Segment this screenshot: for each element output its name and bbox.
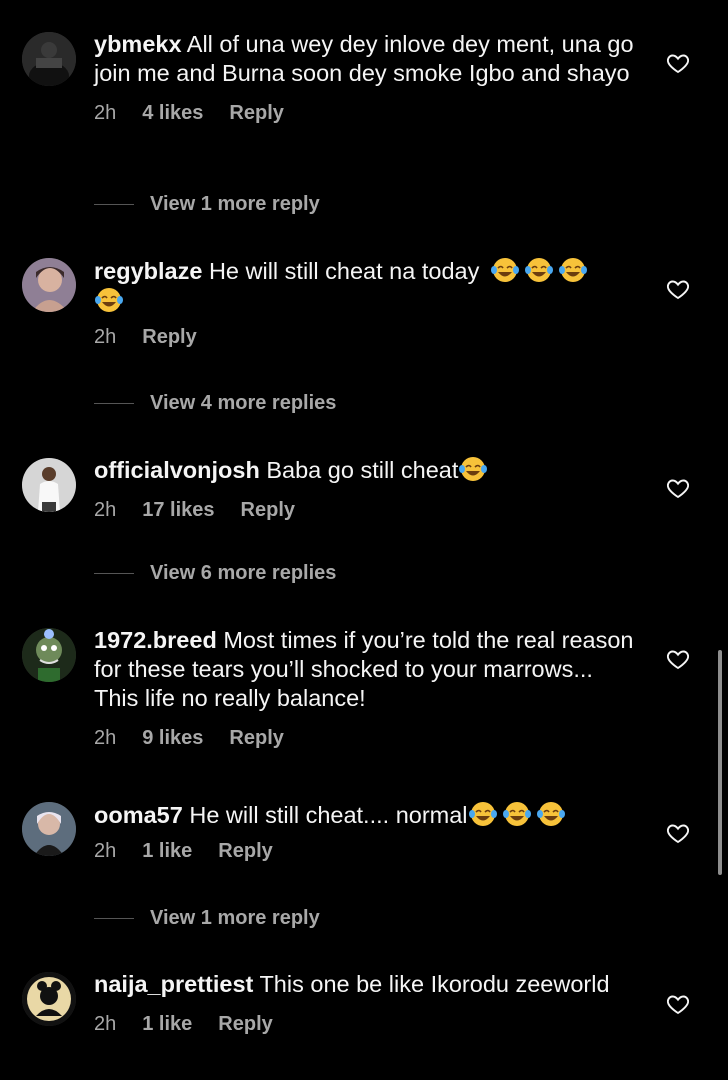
heart-outline-icon[interactable] xyxy=(666,821,690,845)
comment-likes[interactable]: 4 likes xyxy=(142,102,203,124)
divider-line xyxy=(94,204,134,206)
view-more-replies[interactable]: View 1 more reply xyxy=(94,907,320,930)
view-more-replies-label[interactable]: View 1 more reply xyxy=(150,907,320,929)
comment-body: regyblaze He will still cheat na today 2… xyxy=(94,256,639,352)
face-with-tears-of-joy-emoji xyxy=(490,256,520,284)
heart-outline-icon[interactable] xyxy=(666,647,690,671)
face-with-tears-of-joy-emoji xyxy=(458,455,488,483)
comment-username[interactable]: naija_prettiest xyxy=(94,971,253,997)
comment-meta: 2h 1 like Reply xyxy=(94,840,639,866)
comment-time: 2h xyxy=(94,102,117,124)
comment-likes[interactable]: 9 likes xyxy=(142,727,203,749)
comment-time: 2h xyxy=(94,326,117,348)
view-more-replies[interactable]: View 1 more reply xyxy=(94,193,320,216)
avatar[interactable] xyxy=(22,628,76,682)
comment-body: naija_prettiest This one be like Ikorodu… xyxy=(94,970,639,1039)
comment-text-block: regyblaze He will still cheat na today xyxy=(94,256,639,316)
comment-meta: 2h 4 likes Reply xyxy=(94,102,639,128)
comment-meta: 2h Reply xyxy=(94,326,639,352)
comment-text-block: naija_prettiest This one be like Ikorodu… xyxy=(94,970,639,999)
comment-body: officialvonjosh Baba go still cheat 2h 17… xyxy=(94,455,639,525)
heart-outline-icon[interactable] xyxy=(666,476,690,500)
comment-time: 2h xyxy=(94,840,117,862)
reply-button[interactable]: Reply xyxy=(142,326,196,348)
reply-button[interactable]: Reply xyxy=(229,727,283,749)
face-with-tears-of-joy-emoji xyxy=(536,800,566,828)
comment-body: ybmekx All of una wey dey inlove dey men… xyxy=(94,30,639,128)
avatar[interactable] xyxy=(22,802,76,856)
view-more-replies-label[interactable]: View 4 more replies xyxy=(150,392,336,414)
view-more-replies-label[interactable]: View 1 more reply xyxy=(150,193,320,215)
comment-username[interactable]: ooma57 xyxy=(94,802,183,828)
comment-text-block: ooma57 He will still cheat.... normal xyxy=(94,800,639,830)
view-more-replies[interactable]: View 4 more replies xyxy=(94,392,336,415)
comment-text: He will still cheat.... normal xyxy=(189,802,468,828)
reply-button[interactable]: Reply xyxy=(218,840,272,862)
avatar[interactable] xyxy=(22,972,76,1026)
face-with-tears-of-joy-emoji xyxy=(468,800,498,828)
face-with-tears-of-joy-emoji xyxy=(502,800,532,828)
comment-text: He will still cheat na today xyxy=(208,258,480,284)
face-with-tears-of-joy-emoji xyxy=(524,256,554,284)
comment-meta: 2h 9 likes Reply xyxy=(94,727,639,753)
face-with-tears-of-joy-emoji xyxy=(558,256,588,284)
avatar[interactable] xyxy=(22,458,76,512)
comment-time: 2h xyxy=(94,499,117,521)
comment-body: 1972.breed Most times if you’re told the… xyxy=(94,626,639,753)
comment-likes[interactable]: 1 like xyxy=(142,840,192,862)
comment-text-block: officialvonjosh Baba go still cheat xyxy=(94,455,639,485)
comment-username[interactable]: ybmekx xyxy=(94,31,182,57)
comment-time: 2h xyxy=(94,727,117,749)
comment-text: Baba go still cheat xyxy=(266,457,459,483)
avatar[interactable] xyxy=(22,32,76,86)
view-more-replies-label[interactable]: View 6 more replies xyxy=(150,562,336,584)
comment-likes[interactable]: 17 likes xyxy=(142,499,214,521)
comment-meta: 2h 1 like Reply xyxy=(94,1013,639,1039)
scrollbar[interactable] xyxy=(718,650,722,875)
reply-button[interactable]: Reply xyxy=(241,499,295,521)
reply-button[interactable]: Reply xyxy=(229,102,283,124)
divider-line xyxy=(94,918,134,920)
comment-username[interactable]: 1972.breed xyxy=(94,627,217,653)
divider-line xyxy=(94,573,134,575)
comment-body: ooma57 He will still cheat.... normal 2h… xyxy=(94,800,639,866)
heart-outline-icon[interactable] xyxy=(666,992,690,1016)
comment-text-block: 1972.breed Most times if you’re told the… xyxy=(94,626,639,713)
comment-username[interactable]: officialvonjosh xyxy=(94,457,260,483)
heart-outline-icon[interactable] xyxy=(666,277,690,301)
avatar[interactable] xyxy=(22,258,76,312)
comment-username[interactable]: regyblaze xyxy=(94,258,202,284)
comment-text-block: ybmekx All of una wey dey inlove dey men… xyxy=(94,30,639,88)
face-with-tears-of-joy-emoji xyxy=(94,286,124,314)
comment-meta: 2h 17 likes Reply xyxy=(94,499,639,525)
comment-time: 2h xyxy=(94,1013,117,1035)
comment-text: This one be like Ikorodu zeeworld xyxy=(259,971,610,997)
reply-button[interactable]: Reply xyxy=(218,1013,272,1035)
heart-outline-icon[interactable] xyxy=(666,51,690,75)
divider-line xyxy=(94,403,134,405)
comment-likes[interactable]: 1 like xyxy=(142,1013,192,1035)
view-more-replies[interactable]: View 6 more replies xyxy=(94,562,336,585)
